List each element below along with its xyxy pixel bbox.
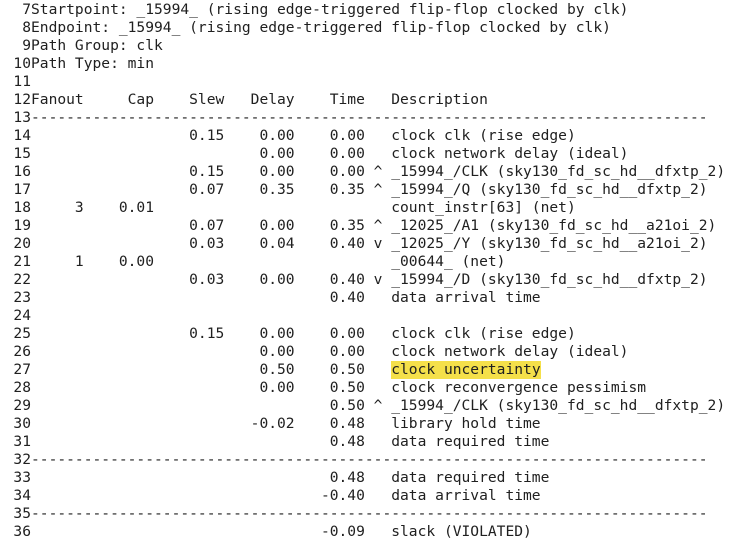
line-number: 30 [13,415,31,432]
line-text[interactable]: 0.07 0.35 0.35 ^ _15994_/Q (sky130_fd_sc… [31,181,707,199]
line-text[interactable]: Startpoint: _15994_ (rising edge-trigger… [31,1,628,19]
editor-line: 22 0.03 0.00 0.40 v _15994_/D (sky130_fd… [0,271,744,289]
line-text[interactable]: ----------------------------------------… [31,451,708,469]
editor-line: 7 Startpoint: _15994_ (rising edge-trigge… [0,1,744,19]
line-text[interactable]: 0.07 0.00 0.35 ^ _12025_/A1 (sky130_fd_s… [31,217,716,235]
editor-line: 31 0.48 data required time [0,433,744,451]
line-number: 19 [13,217,31,234]
line-text[interactable]: -0.02 0.48 library hold time [31,415,541,433]
line-text[interactable]: Path Type: min [31,55,154,73]
line-number: 26 [13,343,31,360]
editor-line: 26 0.00 0.00 clock network delay (ideal) [0,343,744,361]
line-text[interactable]: 0.15 0.00 0.00 clock clk (rise edge) [31,325,576,343]
line-number: 23 [13,289,31,306]
line-number: 35 [13,505,31,522]
editor-line-highlighted: 27 0.50 0.50 clock uncertainty [0,361,744,379]
line-number: 33 [13,469,31,486]
editor-line: 10 Path Type: min [0,55,744,73]
line-number: 25 [13,325,31,342]
line-text[interactable]: 0.03 0.04 0.40 v _12025_/Y (sky130_fd_sc… [31,235,707,253]
editor-line: 14 0.15 0.00 0.00 clock clk (rise edge) [0,127,744,145]
line-number: 12 [13,91,31,108]
line-text[interactable]: 0.15 0.00 0.00 ^ _15994_/CLK (sky130_fd_… [31,163,725,181]
editor-line: 12 Fanout Cap Slew Delay Time Description [0,91,744,109]
line-text[interactable]: 0.00 0.00 clock network delay (ideal) [31,145,628,163]
line-text[interactable]: Fanout Cap Slew Delay Time Description [31,91,488,109]
editor-line: 33 0.48 data required time [0,469,744,487]
search-highlight[interactable]: clock uncertainty [391,361,541,379]
editor-line: 25 0.15 0.00 0.00 clock clk (rise edge) [0,325,744,343]
line-text[interactable]: -0.09 slack (VIOLATED) [31,523,532,541]
line-text[interactable]: 0.03 0.00 0.40 v _15994_/D (sky130_fd_sc… [31,271,707,289]
editor-line: 28 0.00 0.50 clock reconvergence pessimi… [0,379,744,397]
line-number: 15 [13,145,31,162]
line-number: 16 [13,163,31,180]
line-text[interactable]: 3 0.01 count_instr[63] (net) [31,199,576,217]
line-number: 18 [13,199,31,216]
line-number: 9 [22,37,31,54]
line-text[interactable]: Endpoint: _15994_ (rising edge-triggered… [31,19,611,37]
editor-line: 35 --------------------------------------… [0,505,744,523]
line-text[interactable]: 0.50 0.50 [31,361,391,379]
line-number: 20 [13,235,31,252]
line-text[interactable]: ----------------------------------------… [31,505,708,523]
line-text[interactable]: 0.00 0.00 clock network delay (ideal) [31,343,628,361]
line-text[interactable]: 1 0.00 _00644_ (net) [31,253,506,271]
line-number: 17 [13,181,31,198]
line-number: 24 [13,307,31,324]
line-number: 28 [13,379,31,396]
editor-line: 17 0.07 0.35 0.35 ^ _15994_/Q (sky130_fd… [0,181,744,199]
line-text[interactable]: 0.00 0.50 clock reconvergence pessimism [31,379,646,397]
editor-line: 16 0.15 0.00 0.00 ^ _15994_/CLK (sky130_… [0,163,744,181]
line-text[interactable]: Path Group: clk [31,37,163,55]
editor-line: 20 0.03 0.04 0.40 v _12025_/Y (sky130_fd… [0,235,744,253]
editor-line: 24 [0,307,744,325]
line-number: 32 [13,451,31,468]
line-text[interactable]: 0.15 0.00 0.00 clock clk (rise edge) [31,127,576,145]
editor-line: 8 Endpoint: _15994_ (rising edge-triggere… [0,19,744,37]
line-number: 21 [13,253,31,270]
line-text[interactable]: ----------------------------------------… [31,109,708,127]
editor-line: 13 --------------------------------------… [0,109,744,127]
editor-line: 32 --------------------------------------… [0,451,744,469]
editor-line: 30 -0.02 0.48 library hold time [0,415,744,433]
editor-line: 34 -0.40 data arrival time [0,487,744,505]
line-text[interactable]: 0.40 data arrival time [31,289,541,307]
editor-line: 21 1 0.00 _00644_ (net) [0,253,744,271]
editor-line: 23 0.40 data arrival time [0,289,744,307]
editor-line: 11 [0,73,744,91]
line-text[interactable]: -0.40 data arrival time [31,487,541,505]
line-number: 29 [13,397,31,414]
editor-line: 18 3 0.01 count_instr[63] (net) [0,199,744,217]
line-number: 22 [13,271,31,288]
text-editor[interactable]: 7 Startpoint: _15994_ (rising edge-trigge… [0,0,744,543]
line-number: 13 [13,109,31,126]
line-text[interactable]: 0.50 ^ _15994_/CLK (sky130_fd_sc_hd__dfx… [31,397,725,415]
editor-line: 15 0.00 0.00 clock network delay (ideal) [0,145,744,163]
line-number: 10 [13,55,31,72]
line-text[interactable]: 0.48 data required time [31,433,550,451]
line-number: 31 [13,433,31,450]
line-number: 8 [22,19,31,36]
editor-line: 19 0.07 0.00 0.35 ^ _12025_/A1 (sky130_f… [0,217,744,235]
line-number: 27 [13,361,31,378]
editor-line: 29 0.50 ^ _15994_/CLK (sky130_fd_sc_hd__… [0,397,744,415]
line-number: 34 [13,487,31,504]
line-text[interactable]: 0.48 data required time [31,469,550,487]
line-number: 36 [13,523,31,540]
editor-line: 36 -0.09 slack (VIOLATED) [0,523,744,541]
line-number: 14 [13,127,31,144]
line-number: 7 [22,1,31,18]
line-number: 11 [13,73,31,90]
editor-line: 9 Path Group: clk [0,37,744,55]
